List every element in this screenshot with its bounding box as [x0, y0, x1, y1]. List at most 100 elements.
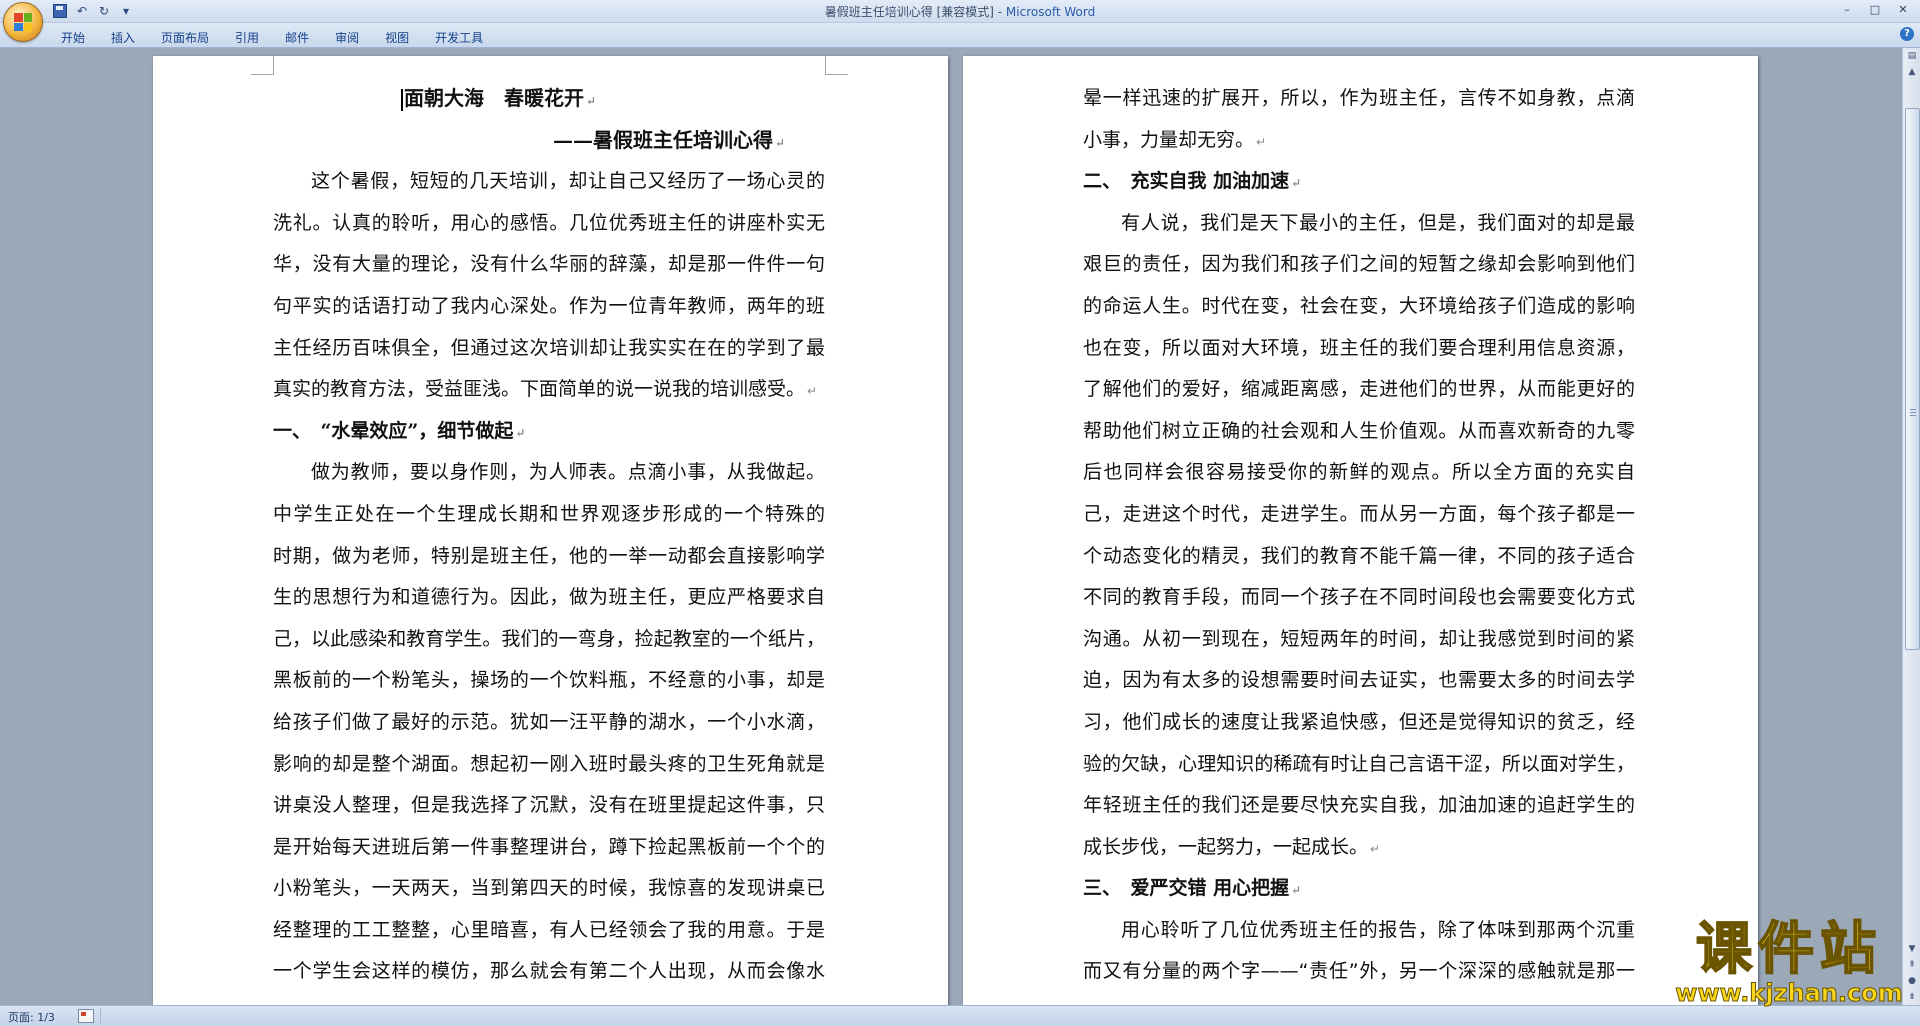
paragraph-line: 生的思想行为和道德行为。因此，做为班主任，更应严格要求自 — [273, 577, 825, 619]
line-text: 真实的教育方法，受益匪浅。下面简单的说一说我的培训感受。 — [273, 378, 806, 401]
line-text: 成长步伐，一起努力，一起成长。 — [1083, 835, 1369, 858]
line-text: 有人说，我们是天下最小的主任，但是，我们面对的却是最 — [1121, 211, 1635, 234]
document-page-left[interactable]: 面朝大海 春暖花开 ↵ ——暑假班主任培训心得 ↵ 这个暑假，短短的几天培训，却让自… — [153, 56, 948, 1005]
doc-title: 面朝大海 春暖花开 — [404, 86, 584, 110]
ribbon-tab[interactable]: 开始 — [48, 27, 98, 48]
line-text: 洗礼。认真的聆听，用心的感悟。几位优秀班主任的讲座朴实无 — [273, 211, 825, 234]
window-controls: – □ ✕ — [1834, 2, 1916, 18]
paragraph-line: 小事，力量却无穷。 ↵ — [1083, 128, 1267, 151]
paragraph-line: 洗礼。认真的聆听，用心的感悟。几位优秀班主任的讲座朴实无 — [273, 203, 825, 245]
line-text: 影响的却是整个湖面。想起初一刚入班时最头疼的卫生死角就是 — [273, 752, 825, 775]
paragraph-line: 了解他们的爱好，缩减距离感，走进他们的世界，从而能更好的 — [1083, 369, 1635, 411]
text-cursor — [401, 88, 403, 111]
crop-mark — [251, 56, 274, 75]
section-heading: 一、 “水晕效应”，细节做起 ↵ — [273, 419, 526, 442]
line-text: 了解他们的爱好，缩减距离感，走进他们的世界，从而能更好的 — [1083, 378, 1635, 401]
paragraph-line: 年轻班主任的我们还是要尽快充实自我，加油加速的追赶学生的 — [1083, 785, 1635, 827]
line-text: 做为教师，要以身作则，为人师表。点滴小事，从我做起。 — [311, 461, 825, 484]
line-text: 个动态变化的精灵，我们的教育不能千篇一律，不同的孩子适合 — [1083, 544, 1635, 567]
status-divider — [100, 1008, 101, 1024]
ribbon-tab[interactable]: 引用 — [222, 27, 272, 48]
ribbon-tab[interactable]: 插入 — [98, 27, 148, 48]
paragraph-line: 有人说，我们是天下最小的主任，但是，我们面对的却是最 — [1083, 203, 1635, 245]
ribbon-tab[interactable]: 邮件 — [272, 27, 322, 48]
browse-object-icon[interactable]: ● — [1903, 973, 1920, 989]
paragraph-line: 己，走进这个时代，走进学生。而从另一方面，每个孩子都是一 — [1083, 494, 1635, 536]
line-text: 主任经历百味俱全，但通过这次培训却让我实实在在的学到了最 — [273, 336, 825, 359]
close-button[interactable]: ✕ — [1890, 2, 1916, 18]
title-bar: ↶ ↻ ▾ 暑假班主任培训心得 [兼容模式] - Microsoft Word … — [0, 0, 1920, 42]
proofing-icon[interactable] — [78, 1009, 94, 1023]
line-text: 讲桌没人整理，但是我选择了沉默，没有在班里提起这件事，只 — [273, 794, 825, 817]
paragraph-line: 而又有分量的两个字——“责任”外，另一个深深的感触就是那一 — [1083, 951, 1635, 993]
paragraph-line: 成长步伐，一起努力，一起成长。 ↵ — [1083, 835, 1381, 858]
line-text: 一、 “水晕效应”，细节做起 — [273, 419, 514, 442]
right-page-text[interactable]: 晕一样迅速的扩展开，所以，作为班主任，言传不如身教，点滴 小事，力量却无穷。 ↵ 二、… — [1083, 78, 1635, 993]
scroll-up-icon[interactable]: ▲ — [1903, 64, 1920, 80]
section-heading: 二、 充实自我 加油加速 ↵ — [1083, 170, 1302, 193]
paragraph-line: 黑板前的一个粉笔头，操场的一个饮料瓶，不经意的小事，却是 — [273, 660, 825, 702]
paragraph-line: 不同的教育手段，而同一个孩子在不同时间段也会需要变化方式 — [1083, 577, 1635, 619]
window-title: 暑假班主任培训心得 [兼容模式] - Microsoft Word — [0, 3, 1920, 20]
scrollbar-thumb[interactable] — [1905, 108, 1920, 650]
page-indicator[interactable]: 页面: 1/3 — [8, 1009, 55, 1025]
left-page-text[interactable]: 面朝大海 春暖花开 ↵ ——暑假班主任培训心得 ↵ 这个暑假，短短的几天培训，却让自… — [273, 78, 825, 993]
office-logo-icon — [14, 13, 32, 31]
scroll-down-icon[interactable]: ▼ — [1903, 941, 1920, 957]
line-text: 给孩子们做了最好的示范。犹如一汪平静的湖水，一个小水滴， — [273, 710, 825, 733]
paragraph-line: 中学生正处在一个生理成长期和世界观逐步形成的一个特殊的 — [273, 494, 825, 536]
previous-page-icon[interactable]: ⇞ — [1903, 957, 1920, 973]
ribbon: 开始 插入 页面布局 引用 邮件 审阅 视图 开发工具 ? — [0, 23, 1920, 48]
line-text: 沟通。从初一到现在，短短两年的时间，却让我感觉到时间的紧 — [1083, 627, 1635, 650]
paragraph-line: 是开始每天进班后第一件事整理讲台，蹲下捡起黑板前一个个的 — [273, 827, 825, 869]
next-page-icon[interactable]: ⇟ — [1903, 989, 1920, 1005]
document-page-right[interactable]: 晕一样迅速的扩展开，所以，作为班主任，言传不如身教，点滴 小事，力量却无穷。 ↵ 二、… — [963, 56, 1758, 1005]
app-name: Microsoft Word — [1005, 5, 1096, 19]
line-text: 帮助他们树立正确的社会观和人生价值观。从而喜欢新奇的九零 — [1083, 419, 1635, 442]
paragraph-line: 也在变，所以面对大环境，班主任的我们要合理利用信息资源， — [1083, 328, 1635, 370]
office-button[interactable] — [3, 2, 43, 42]
paragraph-line: 做为教师，要以身作则，为人师表。点滴小事，从我做起。 — [273, 452, 825, 494]
crop-mark — [825, 56, 848, 75]
paragraph-line: 后也同样会很容易接受你的新鲜的观点。所以全方面的充实自 — [1083, 452, 1635, 494]
paragraph-line: 时期，做为老师，特别是班主任，他的一举一动都会直接影响学 — [273, 536, 825, 578]
line-text: 年轻班主任的我们还是要尽快充实自我，加油加速的追赶学生的 — [1083, 794, 1635, 817]
ribbon-tab[interactable]: 视图 — [372, 27, 422, 48]
help-icon[interactable]: ? — [1900, 27, 1914, 41]
line-text: 晕一样迅速的扩展开，所以，作为班主任，言传不如身教，点滴 — [1083, 87, 1635, 109]
ribbon-tab[interactable]: 页面布局 — [148, 27, 222, 48]
line-text: 后也同样会很容易接受你的新鲜的观点。所以全方面的充实自 — [1083, 461, 1635, 484]
line-text: 小事，力量却无穷。 — [1083, 128, 1255, 151]
ribbon-tabs: 开始 插入 页面布局 引用 邮件 审阅 视图 开发工具 — [48, 27, 496, 48]
paragraph-line: 讲桌没人整理，但是我选择了沉默，没有在班里提起这件事，只 — [273, 785, 825, 827]
line-text: 小粉笔头，一天两天，当到第四天的时候，我惊喜的发现讲桌已 — [273, 877, 825, 900]
line-text: 中学生正处在一个生理成长期和世界观逐步形成的一个特殊的 — [273, 502, 825, 525]
paragraph-line: 主任经历百味俱全，但通过这次培训却让我实实在在的学到了最 — [273, 328, 825, 370]
paragraph-line: 帮助他们树立正确的社会观和人生价值观。从而喜欢新奇的九零 — [1083, 411, 1635, 453]
line-text: 一个学生会这样的模仿，那么就会有第二个人出现，从而会像水 — [273, 960, 825, 983]
line-text: 三、 爱严交错 用心把握 — [1083, 877, 1290, 900]
vertical-scrollbar[interactable]: ▤ ▲ ▼ ⇞ ● ⇟ — [1902, 48, 1920, 1005]
minimize-button[interactable]: – — [1834, 2, 1860, 18]
paragraph-line: 经整理的工工整整，心里暗喜，有人已经领会了我的用意。于是 — [273, 910, 825, 952]
line-text: 的命运人生。时代在变，社会在变，大环境给孩子们造成的影响 — [1083, 294, 1635, 317]
line-text: 艰巨的责任，因为我们和孩子们之间的短暂之缘却会影响到他们 — [1083, 253, 1635, 276]
paragraph-line: 晕一样迅速的扩展开，所以，作为班主任，言传不如身教，点滴 — [1083, 78, 1635, 120]
ribbon-tab[interactable]: 审阅 — [322, 27, 372, 48]
paragraph-line: 小粉笔头，一天两天，当到第四天的时候，我惊喜的发现讲桌已 — [273, 868, 825, 910]
paragraph-line: 真实的教育方法，受益匪浅。下面简单的说一说我的培训感受。 ↵ — [273, 378, 818, 401]
doc-subtitle: ——暑假班主任培训心得 — [553, 127, 773, 152]
line-text: 己，走进这个时代，走进学生。而从另一方面，每个孩子都是一 — [1083, 502, 1635, 525]
line-text: 习，他们成长的速度让我紧追快感，但还是觉得知识的贫乏，经 — [1083, 710, 1635, 733]
paragraph-line: 给孩子们做了最好的示范。犹如一汪平静的湖水，一个小水滴， — [273, 702, 825, 744]
document-title: 暑假班主任培训心得 [兼容模式] - — [824, 5, 1006, 19]
ribbon-tab[interactable]: 开发工具 — [422, 27, 496, 48]
document-title-line: 面朝大海 春暖花开 ↵ — [273, 78, 825, 120]
maximize-button[interactable]: □ — [1862, 2, 1888, 18]
ruler-toggle-icon[interactable]: ▤ — [1903, 48, 1920, 64]
document-workspace: 面朝大海 春暖花开 ↵ ——暑假班主任培训心得 ↵ 这个暑假，短短的几天培训，却让自… — [0, 48, 1902, 1005]
paragraph-line: 沟通。从初一到现在，短短两年的时间，却让我感觉到时间的紧 — [1083, 619, 1635, 661]
line-text: 而又有分量的两个字——“责任”外，另一个深深的感触就是那一 — [1083, 960, 1635, 983]
section-heading: 三、 爱严交错 用心把握 ↵ — [1083, 877, 1302, 900]
paragraph-line: 的命运人生。时代在变，社会在变，大环境给孩子们造成的影响 — [1083, 286, 1635, 328]
